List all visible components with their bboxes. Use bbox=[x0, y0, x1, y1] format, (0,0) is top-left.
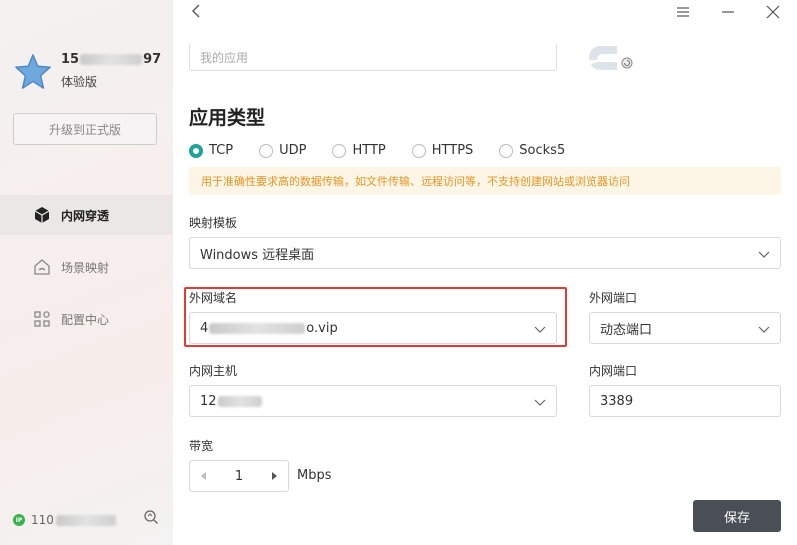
redacted-text bbox=[55, 514, 116, 526]
radio-unchecked-icon bbox=[411, 143, 426, 158]
sidebar-nav: 内网穿透 场景映射 配置中心 bbox=[0, 195, 173, 351]
close-icon[interactable] bbox=[765, 4, 781, 20]
radio-https[interactable]: HTTPS bbox=[411, 143, 474, 158]
radio-label: TCP bbox=[209, 143, 234, 158]
redacted-text bbox=[217, 395, 262, 407]
redacted-text bbox=[80, 54, 143, 65]
ext-port-select[interactable]: 动态端口 bbox=[589, 312, 781, 344]
increment-arrow-icon[interactable] bbox=[270, 472, 278, 480]
bandwidth-value: 1 bbox=[234, 468, 244, 484]
back-arrow-icon[interactable] bbox=[189, 3, 203, 19]
refresh-search-icon[interactable] bbox=[143, 509, 159, 525]
save-button[interactable]: 保存 bbox=[693, 500, 781, 532]
decrement-arrow-icon[interactable] bbox=[200, 472, 208, 480]
highlight-box bbox=[184, 287, 567, 347]
sidebar-item-label: 内网穿透 bbox=[61, 208, 110, 223]
ext-port-label: 外网端口 bbox=[589, 291, 638, 305]
section-title: 应用类型 bbox=[189, 107, 266, 129]
protocol-radio-group: TCP UDP HTTP HTTPS Socks5 bbox=[189, 143, 591, 158]
user-id-suffix: 97 bbox=[143, 52, 162, 67]
sidebar-item-scene[interactable]: 场景映射 bbox=[0, 247, 173, 287]
int-host-prefix: 12 bbox=[200, 393, 217, 409]
radio-socks5[interactable]: Socks5 bbox=[499, 143, 565, 158]
radio-label: UDP bbox=[279, 143, 307, 158]
template-label: 映射模板 bbox=[189, 216, 238, 230]
sidebar-item-config[interactable]: 配置中心 bbox=[0, 299, 173, 339]
radio-label: HTTP bbox=[352, 143, 386, 158]
sidebar-item-label: 场景映射 bbox=[61, 260, 110, 275]
protocol-notice: 用于准确性要求高的数据传输，如文件传输、远程访问等，不支持创建网站或浏览器访问 bbox=[189, 167, 781, 195]
grid-icon bbox=[34, 311, 50, 327]
sidebar: 15 97 体验版 升级到正式版 内网穿透 场景映射 配置中心 IP 110 bbox=[0, 0, 173, 545]
template-value: Windows 远程桌面 bbox=[200, 247, 315, 263]
bandwidth-label: 带宽 bbox=[189, 439, 214, 453]
radio-http[interactable]: HTTP bbox=[332, 143, 386, 158]
star-avatar-icon bbox=[15, 54, 51, 89]
chevron-down-icon bbox=[758, 251, 770, 258]
bandwidth-stepper[interactable]: 1 bbox=[189, 460, 289, 492]
int-port-label: 内网端口 bbox=[589, 364, 638, 378]
template-select[interactable]: Windows 远程桌面 bbox=[189, 237, 781, 269]
int-port-value: 3389 bbox=[600, 393, 634, 409]
app-name-input[interactable]: 我的应用 bbox=[189, 44, 557, 71]
title-bar bbox=[173, 0, 797, 26]
int-host-select[interactable]: 12 bbox=[189, 385, 557, 417]
user-plan: 体验版 bbox=[61, 75, 98, 89]
cube-icon bbox=[34, 207, 50, 223]
sidebar-item-label: 配置中心 bbox=[61, 312, 110, 327]
user-id-prefix: 15 bbox=[61, 52, 80, 67]
ip-status: IP 110 bbox=[13, 510, 163, 527]
radio-unchecked-icon bbox=[499, 143, 514, 158]
ip-prefix: 110 bbox=[31, 513, 54, 527]
chevron-down-icon bbox=[758, 326, 770, 333]
minimize-icon[interactable] bbox=[720, 4, 736, 20]
bandwidth-unit: Mbps bbox=[297, 468, 332, 483]
menu-icon[interactable] bbox=[675, 4, 691, 20]
ext-port-value: 动态端口 bbox=[600, 322, 653, 338]
home-icon bbox=[34, 259, 50, 275]
user-profile: 15 97 体验版 bbox=[14, 52, 161, 90]
radio-label: HTTPS bbox=[431, 143, 474, 158]
radio-tcp[interactable]: TCP bbox=[189, 143, 233, 158]
int-port-input[interactable]: 3389 bbox=[589, 385, 781, 417]
int-host-label: 内网主机 bbox=[189, 364, 238, 378]
sidebar-item-tunnel[interactable]: 内网穿透 bbox=[0, 195, 173, 235]
ip-badge-icon: IP bbox=[13, 514, 25, 526]
radio-unchecked-icon bbox=[332, 143, 347, 158]
radio-checked-icon bbox=[189, 143, 203, 158]
radio-label: Socks5 bbox=[519, 143, 566, 158]
app-logo-icon bbox=[589, 45, 633, 70]
main-panel: 我的应用 应用类型 TCP UDP HTTP HTTPS Socks5 用于准确… bbox=[173, 0, 797, 545]
user-id: 15 97 bbox=[61, 52, 161, 67]
chevron-down-icon bbox=[534, 399, 546, 406]
upgrade-button[interactable]: 升级到正式版 bbox=[13, 113, 157, 145]
radio-unchecked-icon bbox=[259, 143, 274, 158]
radio-udp[interactable]: UDP bbox=[259, 143, 306, 158]
